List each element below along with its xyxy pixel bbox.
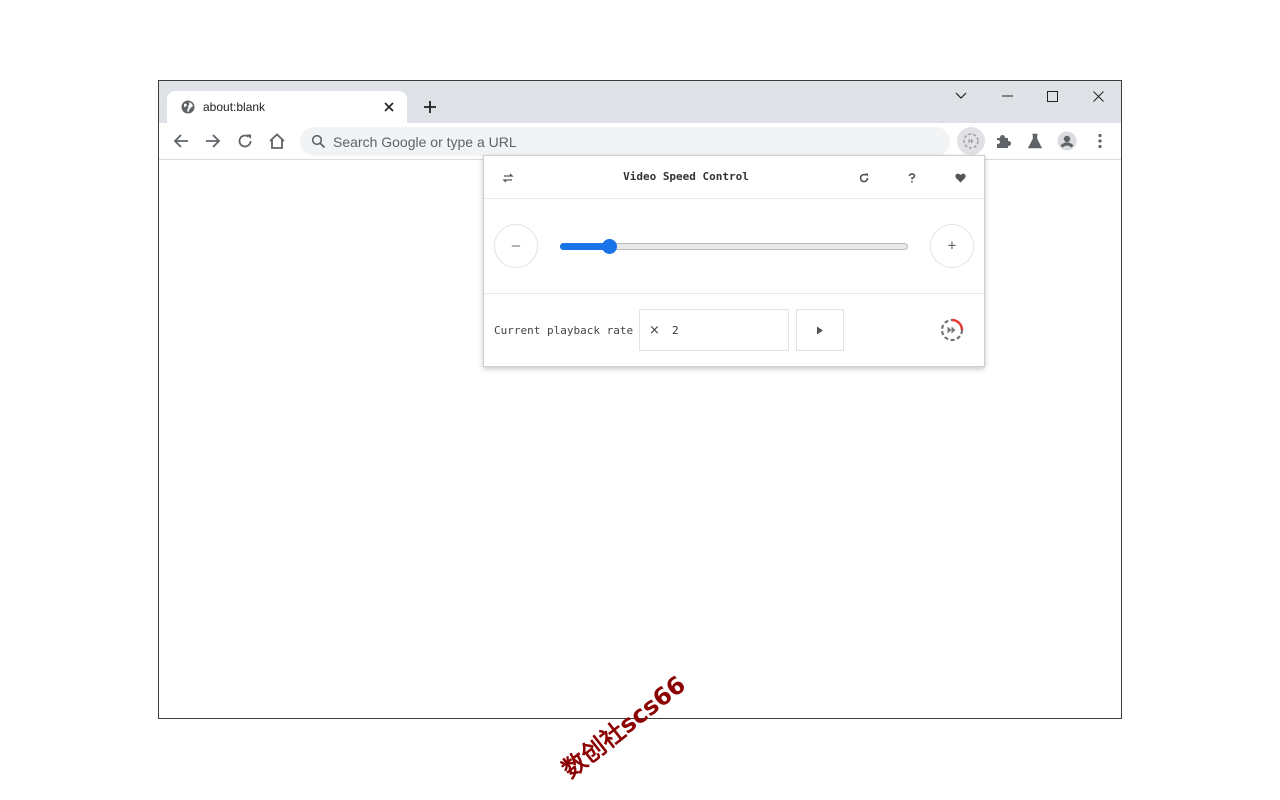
- popup-title: Video Speed Control: [623, 170, 749, 183]
- slider-thumb[interactable]: [602, 239, 618, 254]
- heart-icon[interactable]: [949, 167, 971, 189]
- maximize-button[interactable]: [1029, 81, 1075, 111]
- tab-about-blank[interactable]: about:blank: [167, 91, 407, 123]
- menu-kebab-icon[interactable]: [1086, 127, 1114, 155]
- decrease-speed-button[interactable]: –: [494, 224, 538, 268]
- home-icon[interactable]: [263, 127, 291, 155]
- video-speed-logo-icon: [940, 318, 964, 342]
- speed-slider-row: – +: [484, 200, 984, 294]
- new-tab-button[interactable]: [418, 95, 442, 119]
- extensions-puzzle-icon[interactable]: [989, 127, 1017, 155]
- close-icon[interactable]: [380, 98, 398, 116]
- rate-input[interactable]: [672, 321, 772, 339]
- minimize-button[interactable]: [984, 81, 1030, 111]
- tab-strip: about:blank: [159, 81, 1121, 123]
- increase-speed-button[interactable]: +: [930, 224, 974, 268]
- play-icon: [817, 326, 823, 334]
- rate-label: Current playback rate: [494, 324, 634, 337]
- playback-rate-row: Current playback rate ×: [484, 295, 984, 366]
- apply-rate-button[interactable]: [796, 309, 844, 351]
- rate-input-box[interactable]: ×: [639, 309, 789, 351]
- profile-avatar-icon[interactable]: [1053, 127, 1081, 155]
- tab-search-chevron-icon[interactable]: [938, 81, 984, 111]
- slider-fill: [560, 243, 609, 250]
- video-speed-extension-icon[interactable]: [957, 127, 985, 155]
- globe-icon: [180, 99, 196, 115]
- search-icon: [311, 134, 326, 149]
- reload-icon[interactable]: [231, 127, 259, 155]
- tab-title: about:blank: [203, 100, 266, 114]
- help-icon[interactable]: [901, 167, 923, 189]
- omnibox[interactable]: [300, 127, 950, 156]
- address-input[interactable]: [333, 131, 933, 152]
- video-speed-control-popup: Video Speed Control – + Current playback…: [483, 155, 985, 367]
- popup-header: Video Speed Control: [484, 156, 984, 199]
- back-icon[interactable]: [167, 127, 195, 155]
- multiply-sign: ×: [649, 323, 660, 338]
- labs-flask-icon[interactable]: [1021, 127, 1049, 155]
- close-window-button[interactable]: [1075, 81, 1121, 111]
- reset-icon[interactable]: [853, 167, 875, 189]
- speed-slider[interactable]: [560, 239, 908, 254]
- forward-icon[interactable]: [199, 127, 227, 155]
